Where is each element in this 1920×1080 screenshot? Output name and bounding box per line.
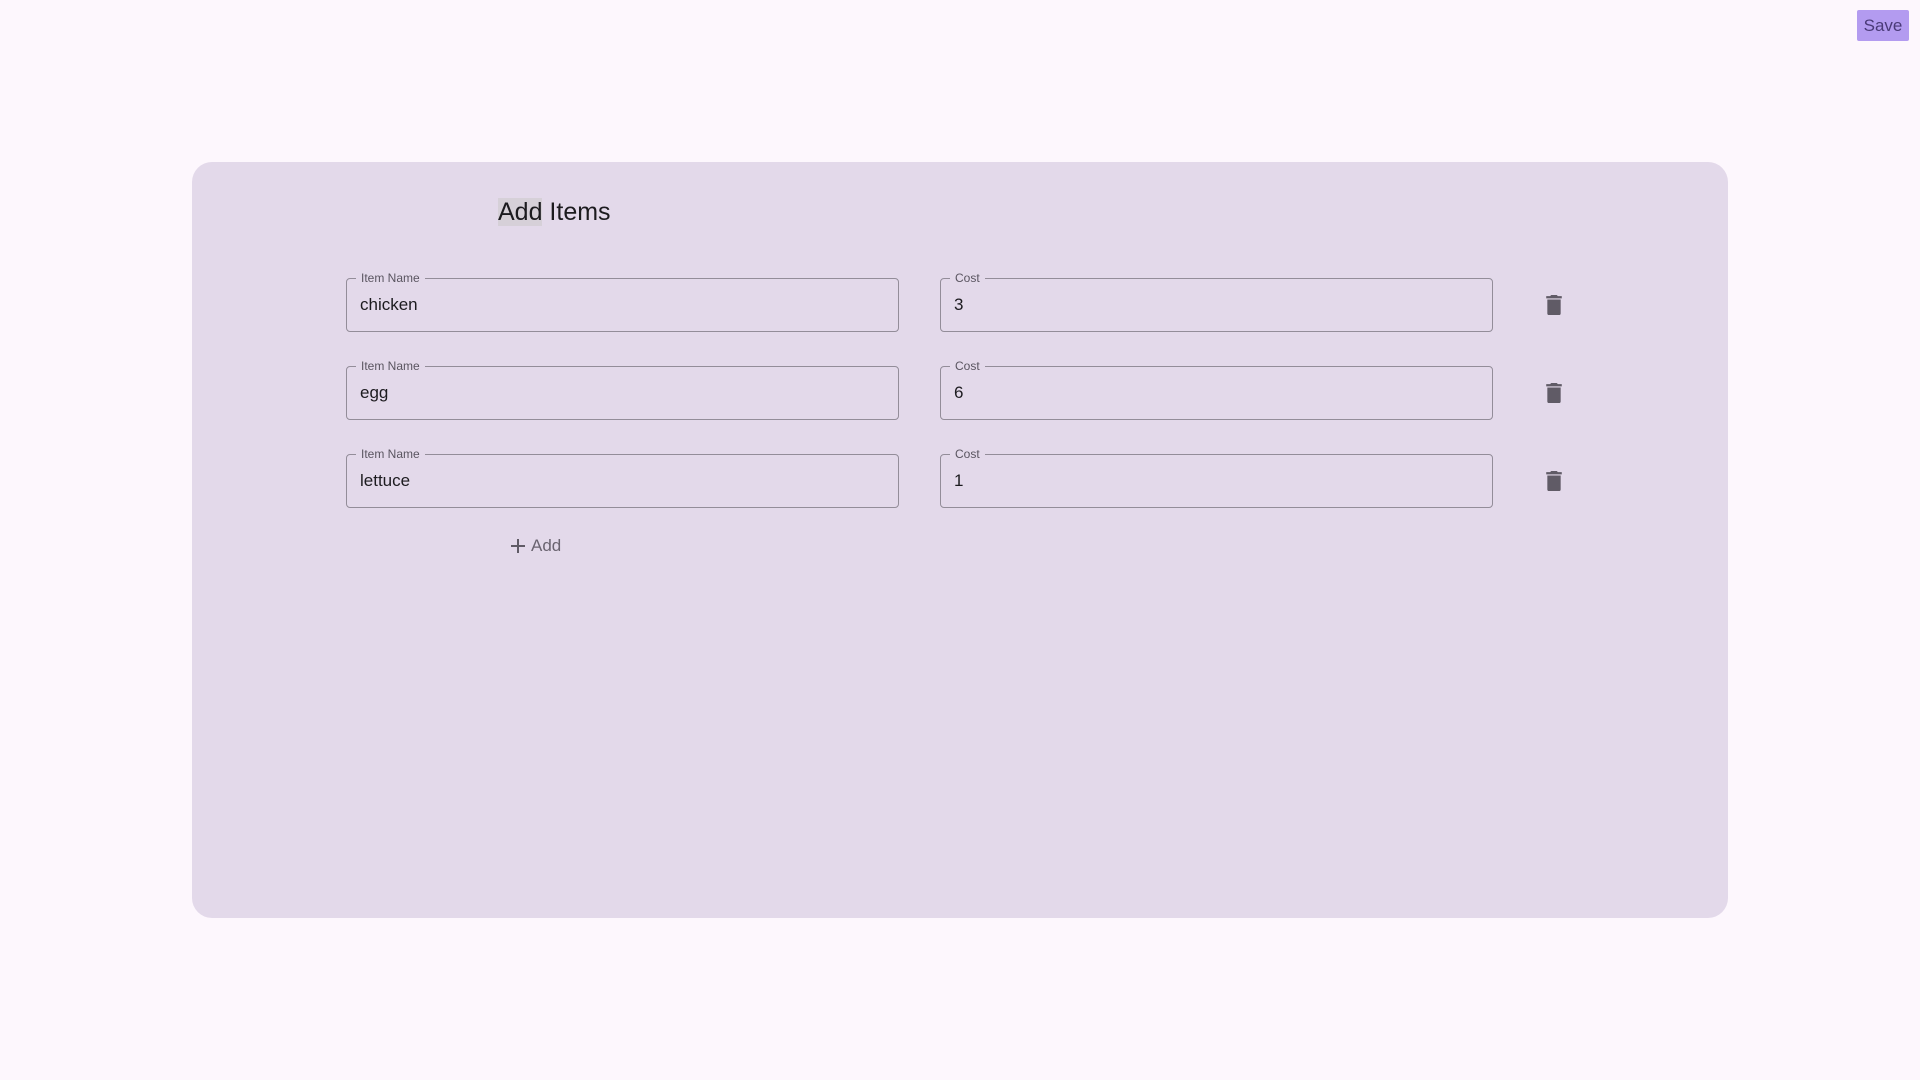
title-highlighted-word: Add: [498, 198, 543, 226]
trash-icon: [1546, 295, 1562, 315]
add-item-button[interactable]: Add: [508, 534, 561, 558]
item-name-input[interactable]: [347, 367, 898, 419]
title-rest: Items: [542, 198, 611, 226]
item-name-field: Item Name: [346, 358, 899, 420]
delete-item-button[interactable]: [1540, 467, 1568, 495]
cost-field: Cost: [940, 270, 1493, 332]
trash-icon: [1546, 383, 1562, 403]
item-name-input[interactable]: [347, 455, 898, 507]
item-name-field: Item Name: [346, 270, 899, 332]
delete-item-button[interactable]: [1540, 291, 1568, 319]
cost-field: Cost: [940, 446, 1493, 508]
item-name-input[interactable]: [347, 279, 898, 331]
cost-input[interactable]: [941, 455, 1492, 507]
cost-input[interactable]: [941, 279, 1492, 331]
page-title: Add Items: [498, 195, 611, 229]
delete-item-button[interactable]: [1540, 379, 1568, 407]
item-name-field: Item Name: [346, 446, 899, 508]
plus-icon: [508, 536, 528, 556]
add-item-label: Add: [531, 536, 562, 555]
save-button[interactable]: Save: [1857, 10, 1909, 41]
trash-icon: [1546, 471, 1562, 491]
cost-field: Cost: [940, 358, 1493, 420]
cost-input[interactable]: [941, 367, 1492, 419]
